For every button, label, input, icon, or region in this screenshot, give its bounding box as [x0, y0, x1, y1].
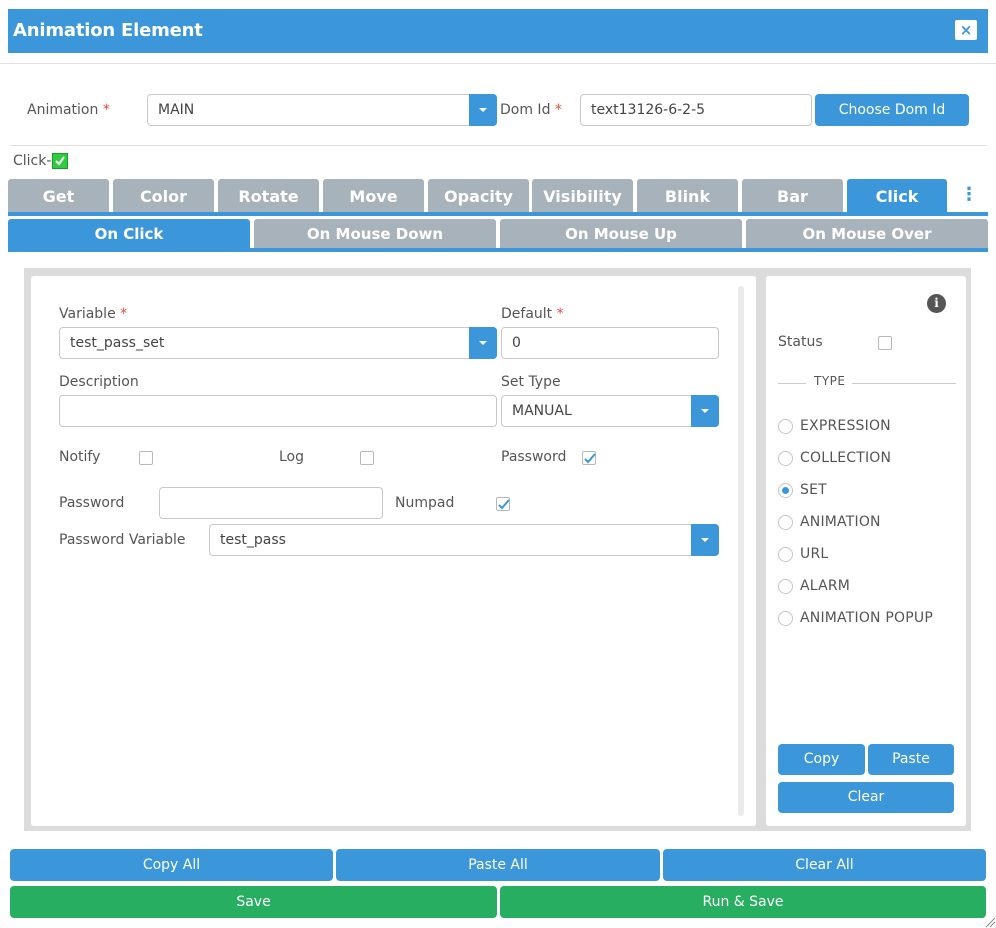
password-variable-select[interactable]: test_pass [209, 524, 719, 556]
log-checkbox[interactable] [360, 451, 374, 465]
save-button[interactable]: Save [10, 886, 497, 918]
paste-button[interactable]: Paste [868, 744, 954, 775]
subtab-on-click[interactable]: On Click [8, 219, 250, 248]
divider [0, 63, 996, 64]
type-legend: TYPE [814, 374, 846, 388]
dom-id-input[interactable]: text13126-6-2-5 [580, 94, 812, 126]
password-variable-label: Password Variable [59, 532, 186, 548]
tab-opacity[interactable]: Opacity [428, 179, 529, 212]
radio-url-label: URL [800, 546, 829, 562]
clear-button[interactable]: Clear [778, 782, 954, 813]
tab-bar[interactable]: Bar [742, 179, 843, 212]
password-checkbox[interactable] [582, 451, 596, 465]
choose-dom-id-button[interactable]: Choose Dom Id [815, 94, 969, 126]
animation-select-value: MAIN [158, 102, 195, 118]
tabs-underline [8, 212, 988, 216]
default-input[interactable]: 0 [501, 327, 719, 359]
legend-line [778, 383, 806, 384]
radio-expression[interactable] [778, 419, 793, 434]
set-type-label: Set Type [501, 374, 561, 390]
tab-get[interactable]: Get [8, 179, 109, 212]
subtab-on-mouse-over[interactable]: On Mouse Over [746, 219, 988, 248]
default-value: 0 [512, 335, 521, 351]
dom-id-label: Dom Id * [500, 102, 562, 118]
variable-select[interactable]: test_pass_set [59, 327, 497, 359]
more-vertical-icon[interactable]: ⋮ [960, 184, 978, 205]
checkmark-icon [584, 453, 596, 464]
scrollbar[interactable] [738, 286, 744, 816]
password-variable-select-value: test_pass [220, 532, 286, 548]
radio-animation-label: ANIMATION [800, 514, 881, 530]
checkmark-icon [498, 499, 510, 510]
log-label: Log [279, 449, 305, 465]
tab-rotate[interactable]: Rotate [218, 179, 319, 212]
set-type-select-value: MANUAL [512, 403, 572, 419]
close-icon[interactable]: × [955, 20, 977, 40]
click-toggle-checkbox[interactable] [52, 153, 68, 169]
password-check-label: Password [501, 449, 567, 465]
info-icon[interactable]: i [927, 294, 946, 313]
tab-move[interactable]: Move [323, 179, 424, 212]
tab-click[interactable]: Click [847, 179, 947, 212]
variable-select-value: test_pass_set [70, 335, 165, 351]
radio-animation[interactable] [778, 515, 793, 530]
status-checkbox[interactable] [878, 336, 892, 350]
run-and-save-button[interactable]: Run & Save [500, 886, 986, 918]
paste-all-button[interactable]: Paste All [336, 849, 660, 881]
password-label: Password [59, 495, 125, 511]
chevron-down-icon[interactable] [691, 524, 719, 556]
password-input[interactable] [159, 487, 383, 519]
subtab-on-mouse-up[interactable]: On Mouse Up [500, 219, 742, 248]
tab-visibility[interactable]: Visibility [532, 179, 633, 212]
dialog-title: Animation Element [13, 20, 203, 41]
radio-collection[interactable] [778, 451, 793, 466]
radio-alarm-label: ALARM [800, 578, 851, 594]
checkmark-icon [55, 156, 65, 166]
chevron-down-icon[interactable] [469, 327, 497, 359]
radio-url[interactable] [778, 547, 793, 562]
legend-line [852, 383, 956, 384]
chevron-down-icon[interactable] [469, 94, 497, 126]
divider [10, 145, 986, 146]
tab-color[interactable]: Color [113, 179, 214, 212]
radio-alarm[interactable] [778, 579, 793, 594]
radio-expression-label: EXPRESSION [800, 418, 891, 434]
description-input[interactable] [59, 395, 497, 427]
tab-blink[interactable]: Blink [637, 179, 738, 212]
radio-animation-popup-label: ANIMATION POPUP [800, 610, 933, 626]
subtab-on-mouse-down[interactable]: On Mouse Down [254, 219, 496, 248]
radio-collection-label: COLLECTION [800, 450, 892, 466]
variable-label: Variable * [59, 306, 128, 322]
notify-label: Notify [59, 449, 101, 465]
description-label: Description [59, 374, 139, 390]
chevron-down-icon[interactable] [691, 395, 719, 427]
dialog-titlebar: Animation Element × [8, 9, 988, 53]
radio-set[interactable] [778, 483, 793, 498]
copy-button[interactable]: Copy [778, 744, 865, 775]
subtabs-underline [8, 248, 988, 252]
radio-set-label: SET [800, 482, 827, 498]
dom-id-value: text13126-6-2-5 [591, 102, 706, 118]
animation-select[interactable]: MAIN [147, 94, 497, 126]
copy-all-button[interactable]: Copy All [10, 849, 333, 881]
clear-all-button[interactable]: Clear All [663, 849, 986, 881]
notify-checkbox[interactable] [139, 451, 153, 465]
set-type-select[interactable]: MANUAL [501, 395, 719, 427]
radio-animation-popup[interactable] [778, 611, 793, 626]
animation-label: Animation * [27, 102, 110, 118]
resize-grip-icon[interactable] [984, 916, 996, 928]
numpad-label: Numpad [395, 495, 455, 511]
status-label: Status [778, 334, 823, 350]
numpad-checkbox[interactable] [496, 497, 510, 511]
click-toggle-label: Click- [13, 153, 52, 169]
default-label: Default * [501, 306, 564, 322]
